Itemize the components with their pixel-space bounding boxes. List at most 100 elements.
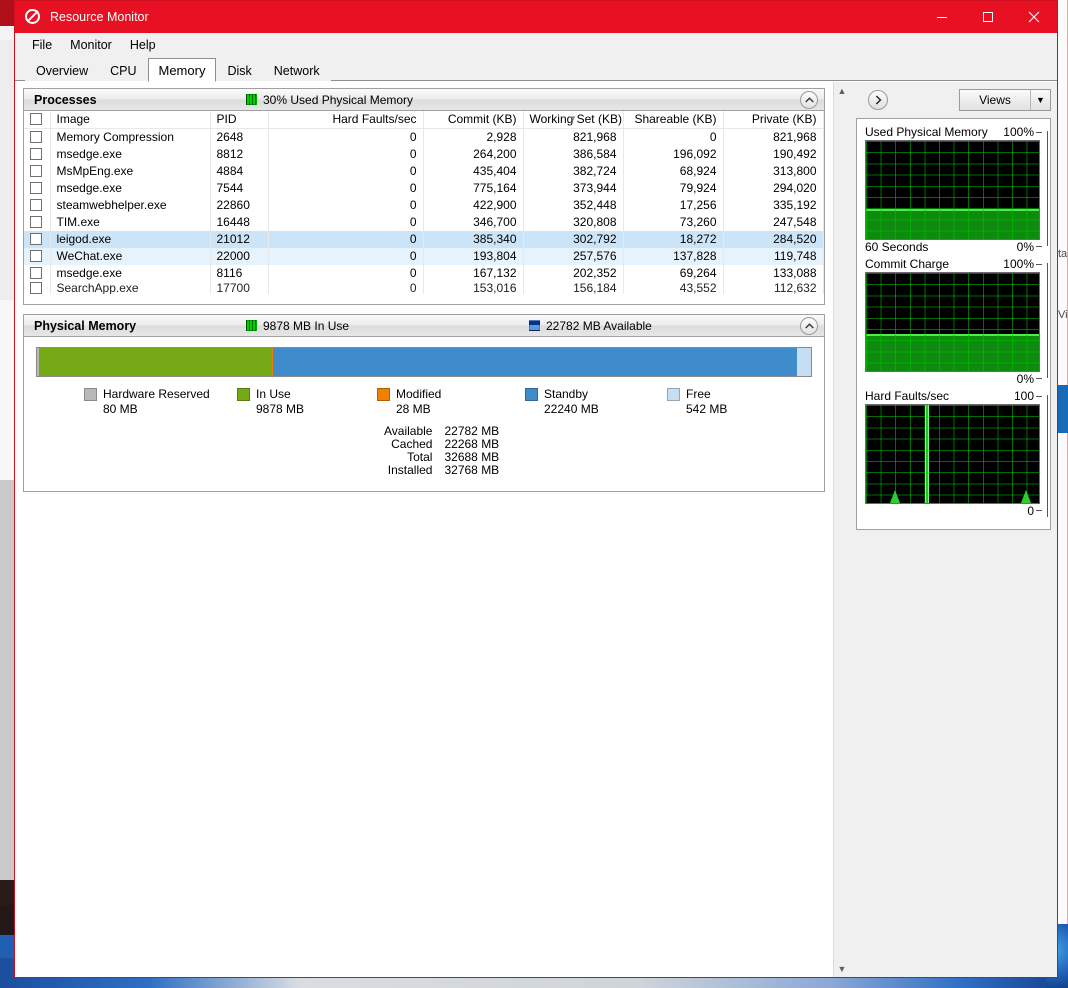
graph-plot-used-physical-memory bbox=[865, 140, 1040, 240]
legend-value-hardware-reserved: 80 MB bbox=[103, 402, 138, 416]
processes-scrollbar[interactable]: ▲ ▼ bbox=[823, 111, 824, 304]
cell-image: msedge.exe bbox=[50, 180, 211, 197]
row-checkbox-cell[interactable] bbox=[24, 180, 51, 197]
graph-plot-commit-charge bbox=[865, 272, 1040, 372]
row-checkbox[interactable] bbox=[30, 267, 42, 279]
row-checkbox[interactable] bbox=[30, 233, 42, 245]
cell-commit: 153,016 bbox=[423, 282, 524, 294]
legend-label-hardware-reserved: Hardware Reserved bbox=[103, 387, 210, 401]
row-checkbox[interactable] bbox=[30, 148, 42, 160]
row-checkbox-cell[interactable] bbox=[24, 128, 51, 146]
legend-label-modified: Modified bbox=[396, 387, 442, 401]
physical-memory-collapse-button[interactable] bbox=[800, 317, 818, 335]
row-checkbox[interactable] bbox=[30, 131, 42, 143]
table-row[interactable]: msedge.exe 8116 0 167,132 202,352 69,264… bbox=[24, 265, 824, 282]
cell-working-set: 382,724 bbox=[523, 163, 624, 180]
row-checkbox-cell[interactable] bbox=[24, 231, 51, 248]
tab-network[interactable]: Network bbox=[262, 60, 331, 81]
cell-private: 821,968 bbox=[723, 128, 824, 146]
cell-pid: 4884 bbox=[210, 163, 269, 180]
table-row[interactable]: SearchApp.exe 17700 0 153,016 156,184 43… bbox=[24, 282, 824, 294]
tab-cpu[interactable]: CPU bbox=[99, 60, 148, 81]
cell-working-set: 202,352 bbox=[523, 265, 624, 282]
expand-panel-button[interactable] bbox=[868, 90, 888, 110]
table-row[interactable]: msedge.exe 8812 0 264,200 386,584 196,09… bbox=[24, 146, 824, 163]
legend-value-standby: 22240 MB bbox=[544, 402, 599, 416]
cell-image: leigod.exe bbox=[50, 231, 211, 248]
chevron-down-icon[interactable]: ▼ bbox=[1030, 90, 1050, 110]
column-header-pid[interactable]: PID bbox=[210, 111, 269, 129]
cell-shareable: 18,272 bbox=[623, 231, 724, 248]
column-header-shareable[interactable]: Shareable (KB) bbox=[623, 111, 724, 129]
column-header-image[interactable]: Image bbox=[50, 111, 211, 129]
graph-min-label-used-physical-memory: 0% bbox=[1017, 240, 1043, 255]
graph-used-physical-memory: Used Physical Memory 100% 60 Seconds 0% bbox=[865, 125, 1048, 255]
row-checkbox[interactable] bbox=[30, 282, 42, 294]
menu-item-file[interactable]: File bbox=[23, 36, 61, 54]
row-checkbox-cell[interactable] bbox=[24, 163, 51, 180]
processes-panel-header[interactable]: Processes 30% Used Physical Memory bbox=[24, 89, 824, 111]
cell-working-set: 821,968 bbox=[523, 128, 624, 146]
tab-memory[interactable]: Memory bbox=[147, 58, 217, 82]
cell-hard-faults: 0 bbox=[268, 231, 424, 248]
row-checkbox-cell[interactable] bbox=[24, 248, 51, 265]
cell-image: msedge.exe bbox=[50, 146, 211, 163]
graph-max-label-hard-faults: 100 bbox=[1014, 389, 1043, 404]
scroll-up-icon[interactable]: ▲ bbox=[834, 82, 851, 99]
scroll-down-icon[interactable]: ▼ bbox=[834, 960, 851, 977]
physical-memory-available-label: 22782 MB Available bbox=[546, 318, 652, 333]
row-checkbox-cell[interactable] bbox=[24, 146, 51, 163]
table-row[interactable]: WeChat.exe 22000 0 193,804 257,576 137,8… bbox=[24, 248, 824, 265]
column-header-hard-faults[interactable]: Hard Faults/sec bbox=[268, 111, 424, 129]
graph-max-label-commit-charge: 100% bbox=[1003, 257, 1042, 272]
row-checkbox-cell[interactable] bbox=[24, 214, 51, 231]
minimize-button[interactable] bbox=[919, 1, 965, 33]
tab-overview[interactable]: Overview bbox=[25, 60, 100, 81]
select-all-checkbox-cell[interactable] bbox=[24, 111, 51, 129]
table-row[interactable]: Memory Compression 2648 0 2,928 821,968 … bbox=[24, 128, 824, 146]
row-checkbox-cell[interactable] bbox=[24, 265, 51, 282]
row-checkbox[interactable] bbox=[30, 199, 42, 211]
row-checkbox-cell[interactable] bbox=[24, 282, 51, 294]
graph-grid-commit-charge bbox=[866, 273, 1039, 371]
views-dropdown-button[interactable]: Views ▼ bbox=[959, 89, 1051, 111]
physical-memory-panel-header[interactable]: Physical Memory 9878 MB In Use 22782 MB … bbox=[24, 315, 824, 337]
row-checkbox-cell[interactable] bbox=[24, 197, 51, 214]
row-checkbox[interactable] bbox=[30, 165, 42, 177]
processes-table-header-row: Image PID Hard Faults/sec Commit (KB) ▾ … bbox=[24, 111, 824, 129]
cell-commit: 193,804 bbox=[423, 248, 524, 265]
column-header-private[interactable]: Private (KB) bbox=[723, 111, 824, 129]
window-body: Processes 30% Used Physical Memory Image… bbox=[15, 81, 1057, 977]
menu-item-monitor[interactable]: Monitor bbox=[61, 36, 121, 54]
table-row[interactable]: msedge.exe 7544 0 775,164 373,944 79,924… bbox=[24, 180, 824, 197]
close-button[interactable] bbox=[1011, 1, 1057, 33]
background-left-strip bbox=[0, 0, 14, 988]
processes-collapse-button[interactable] bbox=[800, 91, 818, 109]
main-content-scrollbar[interactable]: ▲ ▼ bbox=[833, 82, 850, 977]
graph-title-commit-charge: Commit Charge bbox=[865, 257, 950, 271]
select-all-checkbox[interactable] bbox=[30, 113, 42, 125]
row-checkbox[interactable] bbox=[30, 216, 42, 228]
table-row[interactable]: MsMpEng.exe 4884 0 435,404 382,724 68,92… bbox=[24, 163, 824, 180]
graph-plot-wrap-used-physical-memory bbox=[865, 131, 1048, 246]
table-row[interactable]: leigod.exe 21012 0 385,340 302,792 18,27… bbox=[24, 231, 824, 248]
row-checkbox[interactable] bbox=[30, 182, 42, 194]
cell-image: msedge.exe bbox=[50, 265, 211, 282]
processes-memory-stat: 30% Used Physical Memory bbox=[246, 93, 413, 107]
graph-caption-bottom-commit-charge: 0% bbox=[865, 372, 1043, 387]
cell-image: WeChat.exe bbox=[50, 248, 211, 265]
graph-axis-bracket-used-physical-memory bbox=[1047, 131, 1048, 246]
menu-item-help[interactable]: Help bbox=[121, 36, 165, 54]
row-checkbox[interactable] bbox=[30, 250, 42, 262]
column-header-working-set[interactable]: ▾ Working Set (KB) bbox=[523, 111, 624, 129]
table-row[interactable]: TIM.exe 16448 0 346,700 320,808 73,260 2… bbox=[24, 214, 824, 231]
column-header-commit[interactable]: Commit (KB) bbox=[423, 111, 524, 129]
maximize-button[interactable] bbox=[965, 1, 1011, 33]
cell-working-set: 386,584 bbox=[523, 146, 624, 163]
table-row[interactable]: steamwebhelper.exe 22860 0 422,900 352,4… bbox=[24, 197, 824, 214]
cell-private: 133,088 bbox=[723, 265, 824, 282]
tab-disk[interactable]: Disk bbox=[216, 60, 263, 81]
cell-private: 335,192 bbox=[723, 197, 824, 214]
resource-monitor-window: Resource Monitor File Monitor Help Overv… bbox=[14, 0, 1058, 978]
title-bar[interactable]: Resource Monitor bbox=[15, 1, 1057, 33]
